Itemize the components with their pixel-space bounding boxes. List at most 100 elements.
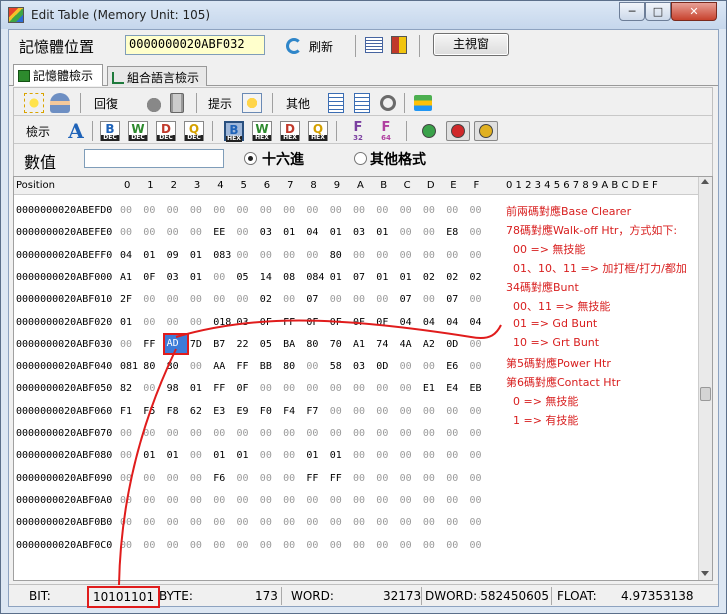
memory-cell[interactable]: 00 [167, 517, 185, 528]
memory-cell[interactable]: FF [330, 473, 348, 484]
memory-cell[interactable]: 0D [446, 339, 464, 350]
memory-cell[interactable]: 00 [353, 495, 371, 506]
memory-cell[interactable]: 00 [470, 361, 488, 372]
memory-cell[interactable]: 01 [143, 450, 161, 461]
radio-hex-label[interactable]: 十六進 [262, 149, 304, 169]
memory-cell[interactable]: 00 [237, 294, 255, 305]
memory-cell[interactable]: 00 [470, 227, 488, 238]
memory-cell[interactable]: 00 [470, 428, 488, 439]
memory-cell[interactable]: 00 [400, 205, 418, 216]
memory-cell[interactable]: 00 [353, 450, 371, 461]
memory-cell[interactable]: 09 [167, 250, 185, 261]
memory-cell[interactable]: 80 [306, 339, 324, 350]
memory-cell[interactable]: 00 [306, 517, 324, 528]
memory-cell[interactable]: 01 [237, 450, 255, 461]
memory-cell[interactable]: F4 [283, 406, 301, 417]
memory-cell[interactable]: 00 [167, 540, 185, 551]
memory-cell[interactable]: 2F [120, 294, 138, 305]
memory-cell[interactable]: 03 [353, 227, 371, 238]
memory-cell[interactable]: 00 [446, 540, 464, 551]
memory-cell[interactable]: 00 [143, 428, 161, 439]
memory-cell[interactable]: 00 [237, 250, 255, 261]
memory-cell[interactable]: 00 [400, 383, 418, 394]
memory-cell[interactable]: 00 [376, 450, 394, 461]
memory-cell[interactable]: F7 [306, 406, 324, 417]
memory-cell[interactable]: 00 [376, 473, 394, 484]
memory-cell[interactable]: 00 [353, 406, 371, 417]
memory-cell[interactable]: 00 [306, 250, 324, 261]
green-light-icon[interactable] [422, 124, 436, 138]
memory-cell[interactable]: 07 [400, 294, 418, 305]
memory-cell[interactable]: 00 [446, 517, 464, 528]
memory-cell[interactable]: 00 [376, 428, 394, 439]
qword-hex-button[interactable]: Q HEX [308, 121, 328, 141]
memory-cell[interactable]: 00 [423, 406, 441, 417]
memory-cell[interactable]: 084 [306, 272, 324, 283]
memory-cell[interactable]: 4A [400, 339, 418, 350]
memory-cell[interactable]: 00 [470, 450, 488, 461]
memory-cell[interactable]: 00 [376, 540, 394, 551]
memory-cell[interactable]: 03 [353, 361, 371, 372]
memory-cell[interactable]: 00 [470, 473, 488, 484]
memory-cell[interactable]: 04 [120, 250, 138, 261]
memory-cell[interactable]: 58 [330, 361, 348, 372]
memory-cell[interactable]: F6 [213, 473, 231, 484]
memory-cell[interactable]: 00 [283, 495, 301, 506]
memory-cell[interactable]: 22 [237, 339, 255, 350]
memory-cell[interactable]: 00 [190, 540, 208, 551]
memory-cell[interactable]: 04 [470, 317, 488, 328]
memory-cell[interactable]: 00 [260, 473, 278, 484]
memory-cell[interactable]: 00 [167, 473, 185, 484]
memory-cell[interactable]: 0F [143, 272, 161, 283]
memory-cell[interactable]: 00 [423, 540, 441, 551]
memory-cell[interactable]: 00 [237, 517, 255, 528]
other-button[interactable]: 其他 [286, 95, 310, 112]
radio-hex[interactable] [244, 152, 257, 165]
memory-cell[interactable]: 07 [446, 294, 464, 305]
memory-cell[interactable]: 00 [237, 205, 255, 216]
memory-cell[interactable]: 00 [470, 205, 488, 216]
memory-cell[interactable]: 00 [470, 517, 488, 528]
memory-cell[interactable]: BA [283, 339, 301, 350]
memory-cell[interactable]: 00 [446, 406, 464, 417]
memory-cell[interactable]: 00 [167, 495, 185, 506]
memory-cell[interactable]: 00 [330, 383, 348, 394]
vertical-scrollbar[interactable] [698, 177, 712, 580]
memory-cell[interactable]: 00 [213, 272, 231, 283]
memory-cell[interactable]: AD [162, 332, 189, 355]
memory-cell[interactable]: 00 [283, 250, 301, 261]
memory-cell[interactable]: 01 [190, 272, 208, 283]
memory-cell[interactable]: 00 [400, 250, 418, 261]
float64-button[interactable]: F 64 [376, 121, 396, 142]
memory-cell[interactable]: B7 [213, 339, 231, 350]
memory-cell[interactable]: 00 [283, 205, 301, 216]
memory-cell[interactable]: 02 [260, 294, 278, 305]
memory-cell[interactable]: F5 [143, 406, 161, 417]
memory-cell[interactable]: 00 [190, 227, 208, 238]
memory-cell[interactable]: 00 [260, 383, 278, 394]
byte-hex-button[interactable]: B HEX [224, 121, 244, 142]
memory-cell[interactable]: 00 [283, 473, 301, 484]
memory-cell[interactable]: E3 [213, 406, 231, 417]
memory-cell[interactable]: 00 [376, 250, 394, 261]
memory-cell[interactable]: 00 [446, 428, 464, 439]
memory-cell[interactable]: 00 [423, 428, 441, 439]
memory-cell[interactable]: 00 [306, 205, 324, 216]
minimize-button[interactable]: ─ [619, 2, 645, 21]
memory-cell[interactable]: 00 [120, 517, 138, 528]
memory-cell[interactable]: E8 [446, 227, 464, 238]
memory-cell[interactable]: F8 [167, 406, 185, 417]
dword-dec-button[interactable]: D DEC [156, 121, 176, 141]
memory-cell[interactable]: 80 [143, 361, 161, 372]
tab-assembly-view[interactable]: 組合語言檢示 [107, 66, 207, 86]
memory-cell[interactable]: 00 [283, 517, 301, 528]
memory-cell[interactable]: 00 [120, 227, 138, 238]
memory-cell[interactable]: 00 [143, 227, 161, 238]
memory-cell[interactable]: 00 [283, 450, 301, 461]
memory-cell[interactable]: 00 [306, 383, 324, 394]
memory-cell[interactable]: 0F [330, 317, 348, 328]
memory-cell[interactable]: 00 [400, 517, 418, 528]
memory-cell[interactable]: 00 [330, 205, 348, 216]
memory-cell[interactable]: 01 [167, 450, 185, 461]
memory-cell[interactable]: 05 [237, 272, 255, 283]
